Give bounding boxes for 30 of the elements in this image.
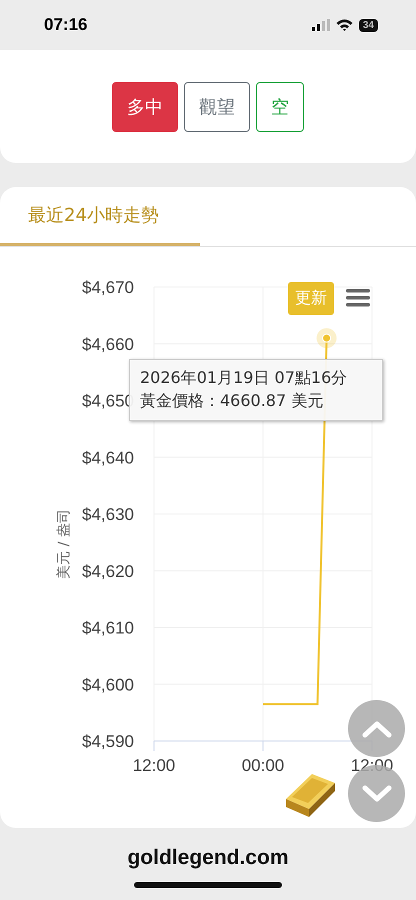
x-tick-label: 12:00 bbox=[350, 756, 394, 775]
y-tick-label: $4,600 bbox=[82, 675, 134, 694]
x-tick-label: 00:00 bbox=[242, 756, 284, 775]
signal-button[interactable]: 空 bbox=[256, 82, 304, 132]
y-tick-label: $4,650 bbox=[82, 392, 134, 410]
ingot-icon bbox=[286, 774, 335, 817]
tooltip-text: 黃金價格：4660.87 美元 bbox=[140, 391, 324, 412]
y-tick-label: $4,620 bbox=[82, 562, 134, 581]
y-axis-title: 美元 / 盎司 bbox=[56, 509, 72, 579]
y-tick-label: $4,610 bbox=[82, 618, 134, 638]
tooltip-text: 2026年01月19日 07點16分 bbox=[140, 368, 348, 389]
signal-button[interactable]: 多中 bbox=[112, 82, 178, 132]
y-tick-label: $4,590 bbox=[82, 732, 134, 751]
y-tick-label: $4,640 bbox=[82, 448, 134, 468]
battery-level: 34 bbox=[358, 18, 378, 32]
y-tick-label: $4,670 bbox=[82, 278, 134, 297]
x-tick-label: 12:00 bbox=[132, 756, 176, 775]
url-address: goldlegend.com bbox=[127, 846, 288, 870]
signal-button[interactable]: 觀望 bbox=[184, 82, 250, 132]
signal-icon bbox=[312, 19, 330, 31]
chevron-down-icon bbox=[362, 784, 392, 802]
point-marker bbox=[316, 328, 337, 348]
y-tick-label: $4,660 bbox=[82, 334, 134, 354]
status-time: 07:16 bbox=[44, 15, 88, 35]
menu-icon[interactable] bbox=[345, 288, 371, 308]
wifi-icon bbox=[336, 19, 353, 31]
tab[interactable]: 最近24小時走勢 bbox=[0, 187, 200, 246]
update-button[interactable]: 更新 bbox=[288, 282, 334, 315]
chevron-up-icon bbox=[362, 720, 392, 738]
y-tick-label: $4,630 bbox=[82, 505, 134, 524]
